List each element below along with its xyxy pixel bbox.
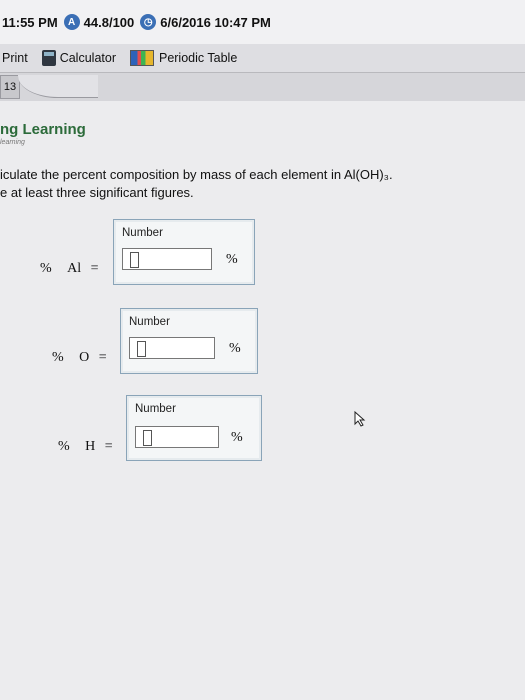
calculator-button[interactable]: Calculator	[41, 50, 116, 66]
number-label: Number	[129, 316, 170, 328]
element-label: Al	[67, 261, 82, 276]
toolbar: Print Calculator Periodic Table	[0, 44, 525, 73]
clock-icon: ◷	[140, 14, 157, 30]
calculator-label: Calculator	[59, 51, 116, 65]
answer-box-o: Number %	[120, 308, 258, 374]
brand-subtitle: learning	[0, 139, 25, 146]
a-badge-icon: A	[63, 14, 80, 30]
clock-time: 11:55 PM	[2, 14, 58, 30]
element-label: H	[85, 439, 96, 454]
calculator-icon	[41, 50, 56, 66]
unit-label: %	[231, 430, 243, 445]
print-button[interactable]: Print	[2, 51, 28, 65]
question-tab[interactable]: 13	[0, 75, 20, 99]
mouse-pointer-icon	[354, 410, 366, 427]
score-text: 44.8/100	[83, 14, 135, 30]
answer-row-al: % Al =	[40, 261, 99, 277]
tab-strip: 13	[0, 73, 525, 101]
element-label: O	[79, 350, 90, 365]
question-text-line1: iculate the percent composition by mass …	[0, 167, 393, 182]
unit-label: %	[229, 341, 241, 356]
tab-curve	[18, 75, 98, 98]
brand-title: ng Learning	[0, 121, 86, 138]
percent-label: %	[40, 261, 52, 276]
question-text-line2: e at least three significant figures.	[0, 185, 194, 200]
percent-label: %	[58, 439, 70, 454]
answer-box-h: Number %	[126, 395, 262, 461]
answer-box-al: Number %	[113, 219, 255, 285]
answer-row-o: % O =	[52, 350, 107, 366]
unit-label: %	[226, 252, 238, 267]
number-label: Number	[122, 227, 163, 239]
number-label: Number	[135, 403, 176, 415]
periodic-table-icon	[129, 50, 154, 66]
text-cursor	[143, 430, 152, 446]
equals-sign: =	[90, 261, 99, 276]
periodic-table-label: Periodic Table	[158, 51, 238, 65]
date-time-text: 6/6/2016 10:47 PM	[160, 14, 271, 30]
percent-label: %	[52, 350, 64, 365]
answer-row-h: % H =	[58, 439, 113, 455]
periodic-table-button[interactable]: Periodic Table	[129, 50, 238, 66]
equals-sign: =	[104, 439, 113, 454]
status-bar: 11:55 PM A 44.8/100 ◷ 6/6/2016 10:47 PM	[0, 0, 525, 45]
text-cursor	[130, 252, 139, 268]
text-cursor	[137, 341, 146, 357]
question-content: ng Learning learning iculate the percent…	[0, 101, 525, 700]
equals-sign: =	[98, 350, 107, 365]
